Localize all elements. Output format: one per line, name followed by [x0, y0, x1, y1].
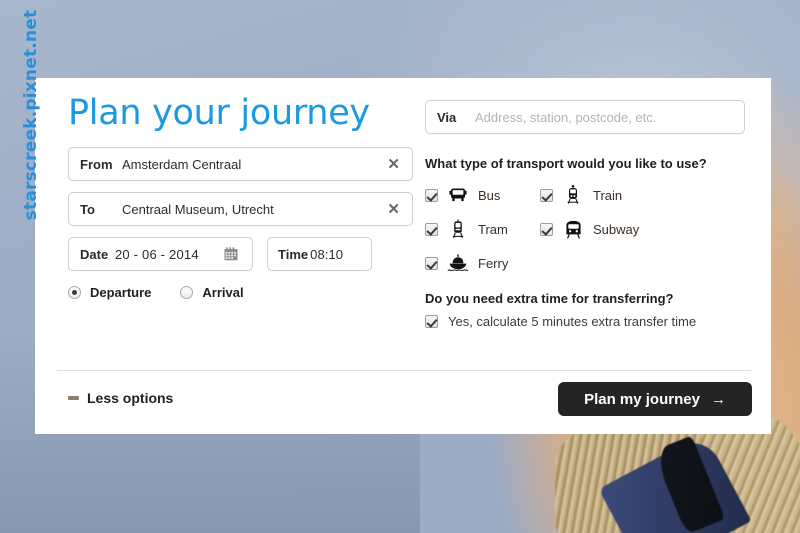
tram-checkbox[interactable] — [425, 222, 438, 236]
transport-option-tram[interactable]: Tram — [425, 218, 540, 240]
from-input[interactable]: Amsterdam Centraal — [117, 157, 381, 172]
journey-planner-card: Plan your journey From Amsterdam Centraa… — [35, 78, 771, 434]
watermark: starscreek.pixnet.net — [21, 9, 41, 221]
departure-arrival-group: Departure Arrival — [68, 285, 413, 300]
time-input[interactable]: 08:10 — [308, 247, 371, 262]
subway-checkbox[interactable] — [540, 222, 553, 236]
train-icon — [562, 184, 584, 206]
right-column: Via Address, station, postcode, etc. Wha… — [425, 100, 745, 329]
footer-divider — [57, 370, 751, 371]
via-label: Via — [437, 109, 457, 125]
transport-option-subway[interactable]: Subway — [540, 218, 655, 240]
page-title: Plan your journey — [68, 93, 370, 133]
bus-icon — [447, 184, 469, 206]
date-time-row: Date 20 - 06 - 2014 Time 08:10 — [68, 237, 413, 271]
date-field[interactable]: Date 20 - 06 - 2014 — [68, 237, 253, 271]
via-field[interactable]: Via Address, station, postcode, etc. — [425, 100, 745, 134]
subway-icon — [562, 218, 584, 240]
radio-departure[interactable] — [68, 286, 81, 299]
transport-options: Bus Train Tram Subway Ferry — [425, 184, 745, 274]
date-label: Date — [80, 246, 109, 262]
to-field[interactable]: To Centraal Museum, Utrecht ✕ — [68, 192, 413, 226]
less-options-label: Less options — [87, 390, 174, 406]
from-field[interactable]: From Amsterdam Centraal ✕ — [68, 147, 413, 181]
to-label: To — [80, 201, 95, 217]
transfer-checkbox[interactable] — [425, 315, 438, 328]
subway-label: Subway — [593, 221, 640, 237]
transfer-label: Yes, calculate 5 minutes extra transfer … — [448, 314, 697, 329]
from-label: From — [80, 156, 113, 172]
ferry-icon — [447, 252, 469, 274]
screen: starscreek.pixnet.net Plan your journey … — [0, 0, 800, 533]
bus-checkbox[interactable] — [425, 188, 438, 202]
transfer-option[interactable]: Yes, calculate 5 minutes extra transfer … — [425, 314, 745, 329]
plan-my-journey-button[interactable]: Plan my journey → — [558, 382, 752, 416]
date-input[interactable]: 20 - 06 - 2014 — [115, 247, 224, 262]
time-label: Time — [278, 246, 309, 262]
tram-label: Tram — [478, 221, 508, 237]
arrow-right-icon: → — [710, 390, 726, 408]
ferry-label: Ferry — [478, 255, 509, 271]
transfer-question: Do you need extra time for transferring? — [425, 291, 674, 306]
train-label: Train — [593, 187, 623, 203]
tram-icon — [447, 218, 469, 240]
calendar-icon[interactable] — [224, 247, 238, 261]
transport-option-ferry[interactable]: Ferry — [425, 252, 540, 274]
clear-icon[interactable]: ✕ — [381, 202, 412, 217]
transport-question: What type of transport would you like to… — [425, 156, 707, 171]
less-options-toggle[interactable]: Less options — [68, 390, 173, 406]
ferry-checkbox[interactable] — [425, 256, 438, 270]
train-checkbox[interactable] — [540, 188, 553, 202]
transport-option-bus[interactable]: Bus — [425, 184, 540, 206]
transport-option-train[interactable]: Train — [540, 184, 655, 206]
plan-my-journey-label: Plan my journey — [584, 390, 700, 408]
to-input[interactable]: Centraal Museum, Utrecht — [117, 202, 381, 217]
clear-icon[interactable]: ✕ — [381, 157, 412, 172]
radio-arrival[interactable] — [180, 286, 194, 299]
left-column: Plan your journey From Amsterdam Centraa… — [68, 91, 413, 300]
bus-label: Bus — [478, 187, 501, 203]
minus-icon — [68, 396, 79, 400]
radio-arrival-label[interactable]: Arrival — [202, 285, 243, 300]
via-input[interactable]: Address, station, postcode, etc. — [470, 110, 744, 125]
radio-departure-label[interactable]: Departure — [90, 285, 151, 300]
time-field[interactable]: Time 08:10 — [267, 237, 372, 271]
